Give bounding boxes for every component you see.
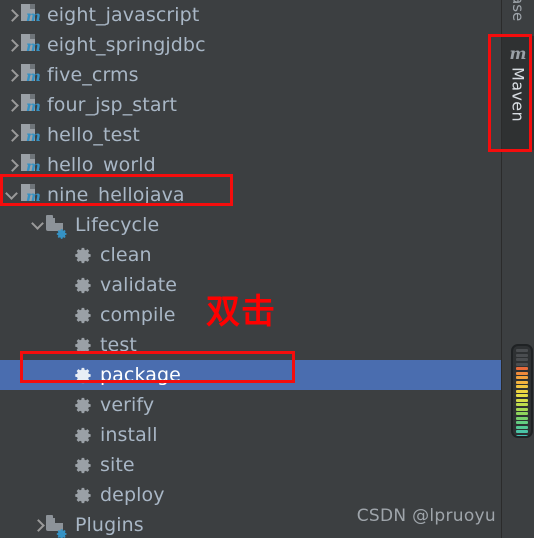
spectrum-band (516, 421, 528, 424)
tree-row-label: compile (100, 304, 176, 326)
gear-icon (74, 246, 93, 265)
tree-row-label: five_crms (47, 64, 139, 86)
maven-module-icon: m (20, 34, 41, 56)
maven-module-icon: m (20, 4, 41, 26)
spectrum-band (516, 434, 528, 436)
tab-maven-label: Maven (508, 67, 528, 123)
tree-row-label: Lifecycle (75, 214, 160, 236)
maven-project-tree[interactable]: m eight_javascript m eight_springjdbc m five_… (0, 0, 502, 538)
folder-gear-icon (46, 215, 68, 239)
tree-row-label: validate (100, 274, 178, 296)
tree-row-label: clean (100, 244, 152, 266)
gear-icon (74, 456, 93, 475)
tree-row-lifecycle[interactable]: Lifecycle (0, 210, 502, 240)
spectrum-band (516, 416, 528, 420)
tab-maven[interactable]: m Maven (502, 36, 534, 150)
maven-tool-window: m eight_javascript m eight_springjdbc m five_… (0, 0, 534, 538)
maven-module-icon: m (20, 154, 41, 176)
tree-row-label: four_jsp_start (47, 94, 178, 116)
chevron-right-icon[interactable] (4, 7, 20, 23)
spectrum-band (516, 398, 528, 402)
spectrum-band (516, 371, 528, 375)
tree-row-site[interactable]: site (0, 450, 502, 480)
maven-module-icon: m (20, 184, 41, 206)
spectrum-band (516, 358, 528, 361)
tree-row-label: nine_hellojava (47, 184, 185, 206)
tree-row-eight-javascript[interactable]: m eight_javascript (0, 0, 502, 30)
tree-row-label: install (100, 424, 158, 446)
chevron-down-icon[interactable] (4, 187, 20, 203)
spectrum-band (516, 367, 528, 370)
csdn-watermark: CSDN @lpruoyu (356, 506, 496, 526)
maven-module-icon: m (20, 94, 41, 116)
gear-icon (74, 396, 93, 415)
folder-gear-icon (46, 515, 68, 538)
error-stripe-spectrum[interactable] (511, 344, 533, 438)
gear-icon (74, 276, 93, 295)
chevron-right-icon[interactable] (30, 517, 46, 533)
chevron-right-icon[interactable] (4, 37, 20, 53)
tree-row-label: hello_world (47, 154, 156, 176)
tree-row-hello-test[interactable]: m hello_test (0, 120, 502, 150)
tree-row-label: Plugins (75, 514, 144, 536)
spectrum-band (516, 412, 528, 415)
tree-row-verify[interactable]: verify (0, 390, 502, 420)
tree-row-label: package (100, 364, 181, 386)
maven-module-icon: m (20, 64, 41, 86)
spectrum-band (516, 362, 528, 366)
spectrum-band (516, 407, 528, 411)
tree-row-five-crms[interactable]: m five_crms (0, 60, 502, 90)
chevron-right-icon[interactable] (4, 157, 20, 173)
chevron-right-icon[interactable] (4, 127, 20, 143)
gear-icon (74, 426, 93, 445)
tab-database-label: ase (509, 0, 527, 22)
maven-module-icon: m (20, 124, 41, 146)
gear-icon (74, 306, 93, 325)
spectrum-band (516, 349, 528, 352)
chevron-right-icon[interactable] (4, 67, 20, 83)
maven-icon: m (509, 44, 527, 63)
tree-row-four-jsp-start[interactable]: m four_jsp_start (0, 90, 502, 120)
gear-icon (74, 486, 93, 505)
spectrum-band (516, 403, 528, 406)
tree-row-package[interactable]: package (0, 360, 502, 390)
chevron-right-icon[interactable] (4, 97, 20, 113)
tree-row-install[interactable]: install (0, 420, 502, 450)
spectrum-band (516, 425, 528, 429)
tree-row-label: deploy (100, 484, 165, 506)
spectrum-band (516, 389, 528, 393)
tree-row-test[interactable]: test (0, 330, 502, 360)
spectrum-band (516, 380, 528, 384)
tab-database[interactable]: ase (502, 0, 534, 36)
spectrum-band (516, 385, 528, 388)
tree-row-nine-hellojava[interactable]: m nine_hellojava (0, 180, 502, 210)
tree-row-label: test (100, 334, 137, 356)
tree-row-hello-world[interactable]: m hello_world (0, 150, 502, 180)
chevron-down-icon[interactable] (30, 217, 46, 233)
tree-row-eight-springjdbc[interactable]: m eight_springjdbc (0, 30, 502, 60)
tree-row-label: site (100, 454, 135, 476)
gear-icon (74, 336, 93, 355)
tree-row-label: eight_springjdbc (47, 34, 206, 56)
right-tool-window-strip[interactable]: ase m Maven (501, 0, 534, 538)
spectrum-band (516, 394, 528, 397)
tree-row-clean[interactable]: clean (0, 240, 502, 270)
tree-row-label: verify (100, 394, 155, 416)
spectrum-band (516, 353, 528, 357)
spectrum-band (516, 376, 528, 379)
double-click-annotation: 双击 (206, 292, 276, 332)
tree-row-label: eight_javascript (47, 4, 200, 26)
spectrum-band (516, 430, 528, 433)
gear-icon (74, 366, 93, 385)
tree-row-label: hello_test (47, 124, 140, 146)
